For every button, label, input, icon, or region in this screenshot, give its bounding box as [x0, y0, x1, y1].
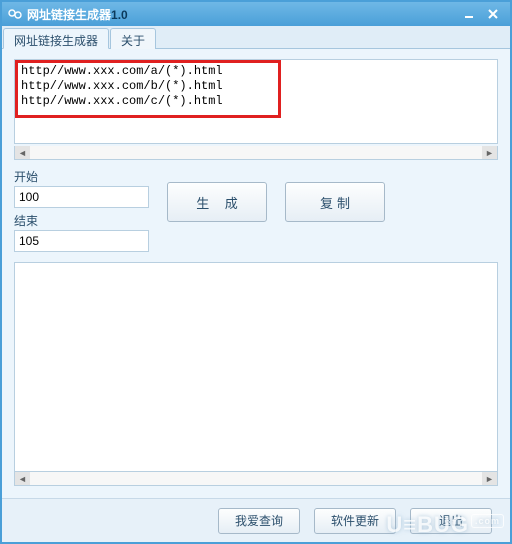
window-title: 网址链接生成器1.0 [27, 6, 456, 23]
app-window: 网址链接生成器1.0 网址链接生成器 关于 ◄ ► [0, 0, 512, 544]
tab-label: 网址链接生成器 [14, 34, 98, 48]
tab-about[interactable]: 关于 [110, 28, 156, 49]
scroll-left-icon[interactable]: ◄ [15, 146, 30, 159]
output-panel [14, 262, 498, 472]
query-button[interactable]: 我爱查询 [218, 508, 300, 534]
titlebar[interactable]: 网址链接生成器1.0 [2, 2, 510, 26]
exit-button[interactable]: 退出 [410, 508, 492, 534]
tab-label: 关于 [121, 34, 145, 48]
tab-generator[interactable]: 网址链接生成器 [3, 28, 109, 49]
range-column: 开始 结束 [14, 168, 149, 252]
controls-row: 开始 结束 生 成 复制 [14, 168, 498, 252]
update-button[interactable]: 软件更新 [314, 508, 396, 534]
tab-page-generator: ◄ ► 开始 结束 生 成 复制 ◄ [2, 49, 510, 498]
window-title-name: 网址链接生成器 [27, 8, 111, 22]
footer-bar: 我爱查询 软件更新 退出 [2, 498, 510, 542]
window-title-version: 1.0 [111, 8, 128, 22]
copy-button[interactable]: 复制 [285, 182, 385, 222]
app-icon [8, 7, 22, 21]
output-textarea[interactable] [15, 263, 497, 471]
scroll-right-icon[interactable]: ► [482, 472, 497, 485]
scroll-right-icon[interactable]: ► [482, 146, 497, 159]
scroll-left-icon[interactable]: ◄ [15, 472, 30, 485]
end-label: 结束 [14, 212, 149, 229]
end-input[interactable] [14, 230, 149, 252]
start-label: 开始 [14, 168, 149, 185]
tabstrip: 网址链接生成器 关于 [2, 26, 510, 49]
minimize-button[interactable] [458, 6, 480, 22]
generate-button[interactable]: 生 成 [167, 182, 267, 222]
templates-hscrollbar[interactable]: ◄ ► [14, 146, 498, 160]
templates-textarea[interactable] [15, 60, 497, 143]
client-area: 网址链接生成器 关于 ◄ ► 开始 结束 [2, 26, 510, 542]
output-hscrollbar[interactable]: ◄ ► [14, 472, 498, 486]
scroll-track[interactable] [30, 146, 482, 159]
start-input[interactable] [14, 186, 149, 208]
scroll-track[interactable] [30, 472, 482, 485]
close-button[interactable] [482, 6, 504, 22]
templates-panel [14, 59, 498, 144]
